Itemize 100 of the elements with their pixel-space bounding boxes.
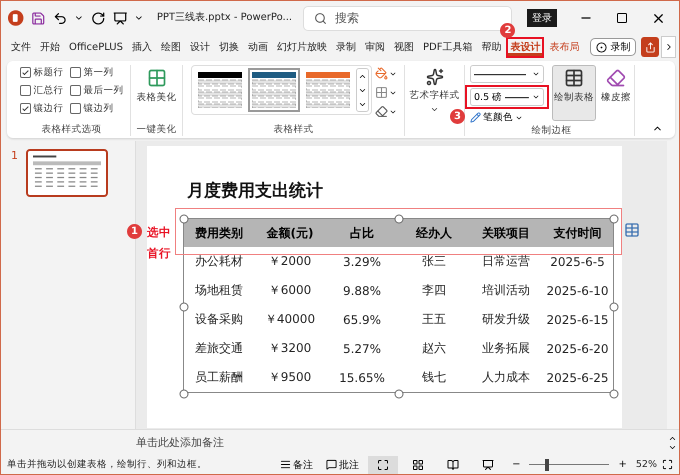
checkbox-label[interactable]: 汇总行 bbox=[34, 84, 64, 97]
table-cell-text: 2025-6-10 bbox=[545, 282, 610, 300]
slide-thumbnail[interactable] bbox=[26, 149, 108, 197]
table-cell-text: ￥9500 bbox=[268, 369, 312, 386]
maximize-icon[interactable] bbox=[616, 12, 628, 24]
table-cell-text: 场地租赁 bbox=[194, 282, 244, 299]
ribbon-tab[interactable]: 视图 bbox=[390, 36, 418, 58]
resize-handle[interactable] bbox=[180, 390, 188, 398]
checkbox-label[interactable]: 镶边列 bbox=[84, 102, 114, 115]
ribbon-tab[interactable]: PDF工具箱 bbox=[418, 36, 476, 58]
pen-weight-field[interactable]: 0.5 磅 bbox=[470, 88, 544, 106]
resize-handle[interactable] bbox=[394, 390, 404, 398]
notes-button[interactable]: 备注 bbox=[276, 458, 318, 472]
table-cell-text: 2025-6-20 bbox=[545, 340, 610, 358]
table-header-cell: 支付时间 bbox=[542, 219, 613, 247]
normal-view-button[interactable] bbox=[368, 456, 398, 474]
resize-handle[interactable] bbox=[394, 214, 404, 224]
status-message: 单击并拖动以创建表格，绘制行、列和边框。 bbox=[7, 458, 207, 471]
checkbox-label[interactable]: 第一列 bbox=[84, 66, 114, 79]
ribbon-tab[interactable]: 帮助 bbox=[477, 36, 506, 58]
checkbox-label[interactable]: 镶边行 bbox=[34, 102, 64, 115]
table-cell-text: 培训活动 bbox=[481, 282, 531, 299]
slide-title: 月度费用支出统计 bbox=[186, 180, 323, 202]
ribbon-tab[interactable]: 表布局 bbox=[545, 36, 584, 58]
ribbon-tab[interactable]: 动画 bbox=[244, 36, 272, 58]
ribbon-tab[interactable]: 绘图 bbox=[156, 36, 185, 58]
pen-weight-value: 0.5 磅 bbox=[474, 90, 502, 104]
login-button[interactable]: 登录 bbox=[526, 9, 557, 27]
checkbox[interactable] bbox=[20, 85, 30, 96]
zoom-in-button[interactable]: + bbox=[614, 459, 631, 470]
table-cell-text: 李四 bbox=[421, 282, 447, 299]
record-button[interactable]: 录制 bbox=[590, 38, 636, 56]
share-button[interactable] bbox=[641, 37, 660, 57]
sorter-view-icon bbox=[412, 458, 424, 470]
checkbox[interactable] bbox=[70, 67, 80, 78]
share-icon bbox=[644, 42, 656, 52]
group-label: 表格样式 bbox=[274, 123, 314, 136]
table-header-cell: 金额(元) bbox=[254, 219, 326, 247]
slideshow-view-icon bbox=[482, 458, 494, 470]
beautify-button[interactable]: 表格美化 bbox=[134, 65, 178, 107]
resize-handle[interactable] bbox=[610, 214, 618, 224]
ribbon-tab[interactable]: 审阅 bbox=[360, 36, 389, 58]
zoom-slider-thumb[interactable] bbox=[545, 458, 550, 470]
table-options-icon[interactable] bbox=[624, 222, 640, 238]
zoom-out-button[interactable]: − bbox=[508, 459, 524, 470]
table-cell-text: 研发升级 bbox=[481, 311, 531, 328]
notes-placeholder[interactable]: 单击此处添加备注 bbox=[136, 435, 224, 450]
resize-handle[interactable] bbox=[180, 302, 188, 312]
slide-number: 1 bbox=[11, 149, 18, 162]
zoom-level: 52% bbox=[636, 459, 657, 470]
ribbon-tab[interactable]: 设计 bbox=[186, 36, 214, 58]
checkbox[interactable] bbox=[70, 103, 80, 114]
pencil-icon bbox=[470, 112, 481, 123]
pen-color-button[interactable]: 笔颜色 bbox=[470, 111, 549, 124]
record-icon bbox=[596, 42, 608, 52]
comments-button[interactable]: 批注 bbox=[322, 458, 364, 472]
ribbon-tab[interactable]: OfficePLUS bbox=[65, 36, 127, 58]
eraser-icon bbox=[606, 68, 626, 88]
redo-icon[interactable] bbox=[91, 10, 106, 26]
ribbon-tab[interactable]: 幻灯片放映 bbox=[272, 36, 331, 58]
checkbox-label[interactable]: 标题行 bbox=[34, 66, 64, 79]
caret-icon[interactable] bbox=[532, 93, 540, 101]
table-cell-text: 设备采购 bbox=[194, 311, 244, 328]
resize-handle[interactable] bbox=[610, 390, 618, 398]
resize-handle[interactable] bbox=[610, 302, 618, 312]
table-style-option[interactable] bbox=[248, 68, 300, 112]
notes-icon bbox=[280, 459, 292, 470]
ribbon-tab[interactable]: 开始 bbox=[36, 36, 64, 58]
sparkle-icon bbox=[426, 68, 444, 86]
ribbon-tab[interactable]: 录制 bbox=[332, 36, 360, 58]
callout-badge: 3 bbox=[450, 109, 465, 124]
checkbox-label[interactable]: 最后一列 bbox=[84, 84, 124, 97]
ribbon-tab[interactable]: 文件 bbox=[7, 36, 35, 58]
table-cell-text: 5.27% bbox=[342, 340, 382, 358]
fit-slide-icon[interactable] bbox=[662, 459, 673, 470]
resize-handle[interactable] bbox=[180, 214, 188, 224]
table-cell-text: ￥40000 bbox=[264, 311, 316, 328]
caret-icon bbox=[430, 105, 439, 114]
eraser-button[interactable]: 橡皮擦 bbox=[599, 65, 633, 107]
ribbon-tab[interactable]: 插入 bbox=[128, 36, 156, 58]
save-icon[interactable] bbox=[31, 10, 46, 26]
caret-icon[interactable] bbox=[532, 70, 540, 78]
table-cell-text: 人力成本 bbox=[481, 369, 531, 386]
undo-icon[interactable] bbox=[52, 10, 68, 26]
table-cell-text: 2025-6-25 bbox=[545, 370, 610, 386]
normal-view-icon bbox=[377, 458, 390, 470]
checkbox[interactable] bbox=[20, 67, 30, 78]
reading-view-icon bbox=[447, 458, 460, 470]
ribbon-tab[interactable]: 表设计 bbox=[506, 36, 544, 58]
table-header-cell: 经办人 bbox=[398, 219, 470, 247]
ribbon-tab[interactable]: 切换 bbox=[214, 36, 243, 58]
table-cell-text: ￥3200 bbox=[268, 340, 312, 357]
checkbox[interactable] bbox=[20, 103, 30, 114]
presentation-icon[interactable] bbox=[112, 10, 128, 26]
table-style-preview-icon bbox=[198, 72, 242, 108]
callout-badge: 1 bbox=[127, 224, 142, 239]
pen-style-field[interactable] bbox=[470, 65, 544, 83]
draw-table-button[interactable]: 绘制表格 bbox=[552, 65, 596, 121]
callout-badge: 2 bbox=[500, 22, 516, 38]
checkbox[interactable] bbox=[70, 85, 80, 96]
